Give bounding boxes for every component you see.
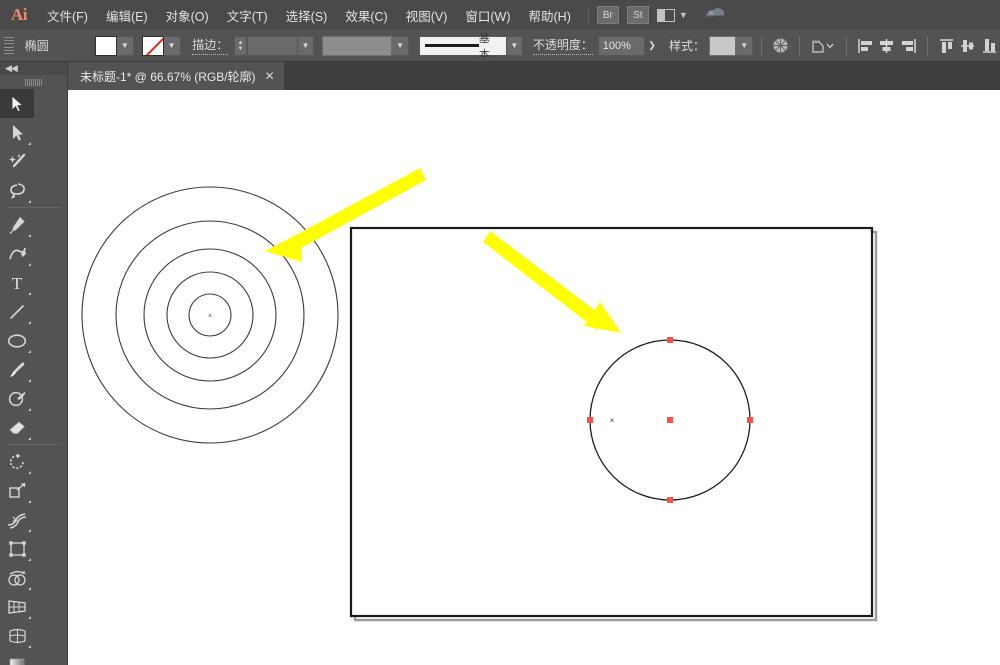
shaper-tool[interactable]	[0, 384, 34, 413]
free-transform-tool[interactable]	[0, 534, 34, 563]
brush-definition-chevron-icon[interactable]: ▼	[507, 36, 524, 56]
opacity-label: 不透明度：	[533, 36, 593, 55]
workspace-layout-icon	[657, 9, 675, 22]
align-bottom-icon[interactable]	[979, 35, 1000, 57]
fill-dropdown-chevron-icon[interactable]: ▼	[117, 36, 134, 56]
fill-swatch-group[interactable]: ▼	[95, 36, 134, 56]
direct-selection-tool[interactable]	[0, 118, 34, 147]
stroke-dropdown-chevron-icon[interactable]: ▼	[164, 36, 181, 56]
type-tool[interactable]: T	[0, 268, 34, 297]
collapse-panel-icon[interactable]: ◀◀	[5, 63, 17, 74]
rotate-tool[interactable]	[0, 447, 34, 476]
document-canvas[interactable]: × ×	[68, 90, 1000, 665]
fill-color-swatch[interactable]	[95, 36, 117, 56]
cloud-sync-icon[interactable]	[704, 5, 726, 26]
align-center-vertical-icon[interactable]	[957, 35, 978, 57]
recolor-artwork-icon[interactable]	[770, 35, 791, 57]
align-right-icon[interactable]	[897, 35, 918, 57]
document-tab[interactable]: 未标题-1* @ 66.67% (RGB/轮廓) ✕	[68, 62, 284, 90]
graphic-style-swatch[interactable]	[709, 36, 737, 56]
anchor-center	[667, 417, 673, 423]
menu-help[interactable]: 帮助(H)	[520, 0, 580, 30]
workspace-switcher[interactable]: ▼	[657, 9, 688, 22]
stroke-weight-input[interactable]	[247, 36, 298, 56]
active-tool-label: 椭圆	[19, 37, 95, 54]
lasso-tool[interactable]	[0, 176, 34, 205]
paintbrush-tool[interactable]	[0, 355, 34, 384]
perspective-grid-tool[interactable]	[0, 592, 34, 621]
control-divider-1	[761, 36, 762, 56]
app-logo: Ai	[0, 0, 38, 30]
menu-file[interactable]: 文件(F)	[38, 0, 97, 30]
anchor-bottom	[667, 497, 673, 503]
menu-bar: Ai 文件(F) 编辑(E) 对象(O) 文字(T) 选择(S) 效果(C) 视…	[0, 0, 1000, 30]
anchor-left	[587, 417, 593, 423]
menu-edit[interactable]: 编辑(E)	[97, 0, 157, 30]
magic-wand-tool[interactable]	[0, 147, 34, 176]
shape-transform-icon[interactable]	[808, 35, 837, 57]
stroke-weight-chevron-icon[interactable]: ▼	[298, 36, 315, 56]
control-divider-3	[846, 36, 847, 56]
style-label: 样式：	[669, 37, 705, 54]
stroke-profile-chevron-icon[interactable]: ▼	[392, 36, 409, 56]
control-bar: 椭圆 ▼ ▼ 描边： ▲▼ ▼ ▼ 基本 ▼ 不透明度： 100% ❯ 样式：	[0, 30, 1000, 62]
stroke-color-swatch[interactable]	[142, 36, 164, 56]
align-left-icon[interactable]	[855, 35, 876, 57]
close-icon[interactable]: ✕	[265, 70, 275, 82]
brush-definition-select[interactable]: 基本	[419, 36, 507, 56]
menu-divider	[588, 6, 589, 24]
menu-select[interactable]: 选择(S)	[277, 0, 337, 30]
stock-button[interactable]: St	[627, 6, 649, 24]
pen-tool[interactable]	[0, 210, 34, 239]
selected-ellipse-center-mark: ×	[610, 416, 615, 425]
document-tab-bar: 未标题-1* @ 66.67% (RGB/轮廓) ✕	[0, 62, 1000, 90]
align-top-icon[interactable]	[936, 35, 957, 57]
scale-tool[interactable]	[0, 476, 34, 505]
tools-panel-grip[interactable]	[0, 75, 67, 89]
stroke-profile-select[interactable]	[322, 36, 392, 56]
svg-text:T: T	[12, 274, 23, 292]
anchor-right	[747, 417, 753, 423]
tools-panel-header[interactable]: ◀◀	[0, 62, 67, 75]
concentric-center-mark: ×	[208, 313, 212, 320]
line-segment-tool[interactable]	[0, 297, 34, 326]
shape-builder-tool[interactable]	[0, 563, 34, 592]
bridge-button[interactable]: Br	[597, 6, 619, 24]
control-divider-2	[799, 36, 800, 56]
control-bar-grip[interactable]	[4, 37, 14, 55]
stroke-swatch-group[interactable]: ▼	[142, 36, 181, 56]
graphic-style-chevron-icon[interactable]: ▼	[736, 36, 753, 56]
stroke-weight-label: 描边：	[192, 36, 228, 55]
opacity-expand-icon[interactable]: ❯	[645, 36, 660, 56]
tools-panel: ◀◀	[0, 62, 68, 665]
brush-definition-label: 基本	[479, 30, 501, 62]
tools-grid: T	[0, 89, 67, 665]
opacity-input[interactable]: 100%	[598, 36, 645, 56]
menu-view[interactable]: 视图(V)	[397, 0, 457, 30]
menu-window[interactable]: 窗口(W)	[456, 0, 519, 30]
menu-effect[interactable]: 效果(C)	[336, 0, 396, 30]
stroke-weight-stepper[interactable]: ▲▼	[234, 36, 247, 56]
illustrator-window: Ai 文件(F) 编辑(E) 对象(O) 文字(T) 选择(S) 效果(C) 视…	[0, 0, 1000, 665]
brush-stroke-preview-icon	[425, 44, 479, 47]
ellipse-tool[interactable]	[0, 326, 34, 355]
anchor-top	[667, 337, 673, 343]
control-divider-4	[927, 36, 928, 56]
chevron-down-icon: ▼	[679, 10, 688, 20]
width-tool[interactable]	[0, 505, 34, 534]
curvature-tool[interactable]	[0, 239, 34, 268]
menu-object[interactable]: 对象(O)	[157, 0, 218, 30]
gradient-tool[interactable]	[0, 650, 34, 665]
mesh-tool[interactable]	[0, 621, 34, 650]
menu-type[interactable]: 文字(T)	[218, 0, 277, 30]
selection-tool[interactable]	[0, 89, 34, 118]
align-center-horizontal-icon[interactable]	[876, 35, 897, 57]
document-tab-title: 未标题-1* @ 66.67% (RGB/轮廓)	[80, 68, 256, 85]
eraser-tool[interactable]	[0, 413, 34, 442]
